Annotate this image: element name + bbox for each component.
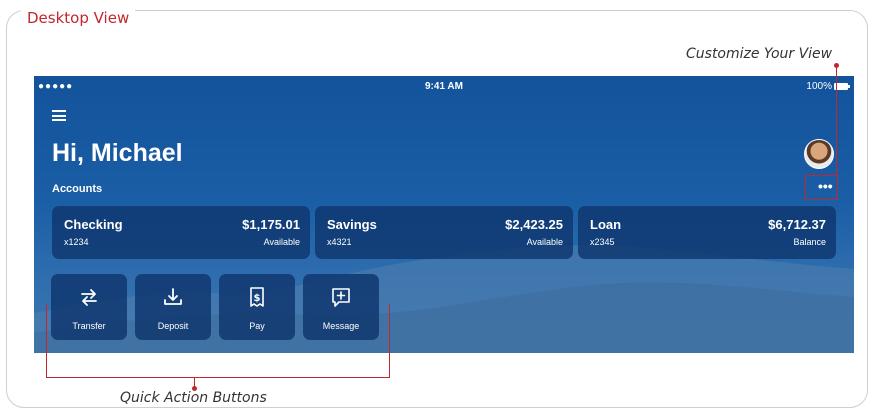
account-card-loan[interactable]: Loan x2345 $6,712.37 Balance [578,206,836,259]
greeting-title: Hi, Michael [52,139,183,167]
customize-highlight-box [805,175,838,200]
account-status: Balance [793,237,826,247]
menu-icon[interactable] [52,110,66,121]
account-amount: $6,712.37 [768,217,826,232]
account-status: Available [263,237,300,247]
svg-text:$: $ [254,293,261,304]
battery-percent: 100% [806,81,832,92]
customize-pointer-line [836,67,837,175]
accounts-label: Accounts [52,183,103,195]
account-card-checking[interactable]: Checking x1234 $1,175.01 Available [52,206,310,259]
account-number: x2345 [590,237,615,247]
customize-callout-label: Customize Your View [686,46,833,62]
account-amount: $2,423.25 [505,217,563,232]
frame-title: Desktop View [21,9,136,27]
account-number: x1234 [64,237,89,247]
account-name: Checking [64,217,123,232]
avatar[interactable] [804,139,834,169]
account-card-savings[interactable]: Savings x4321 $2,423.25 Available [315,206,573,259]
status-bar: ●●●●● 9:41 AM 100% [34,76,854,96]
quick-actions-bracket [46,304,390,378]
quick-actions-callout-label: Quick Action Buttons [120,390,267,406]
account-name: Loan [590,217,622,232]
account-number: x4321 [327,237,352,247]
account-status: Available [526,237,563,247]
account-amount: $1,175.01 [242,217,300,232]
account-name: Savings [327,217,377,232]
status-time: 9:41 AM [425,81,463,92]
